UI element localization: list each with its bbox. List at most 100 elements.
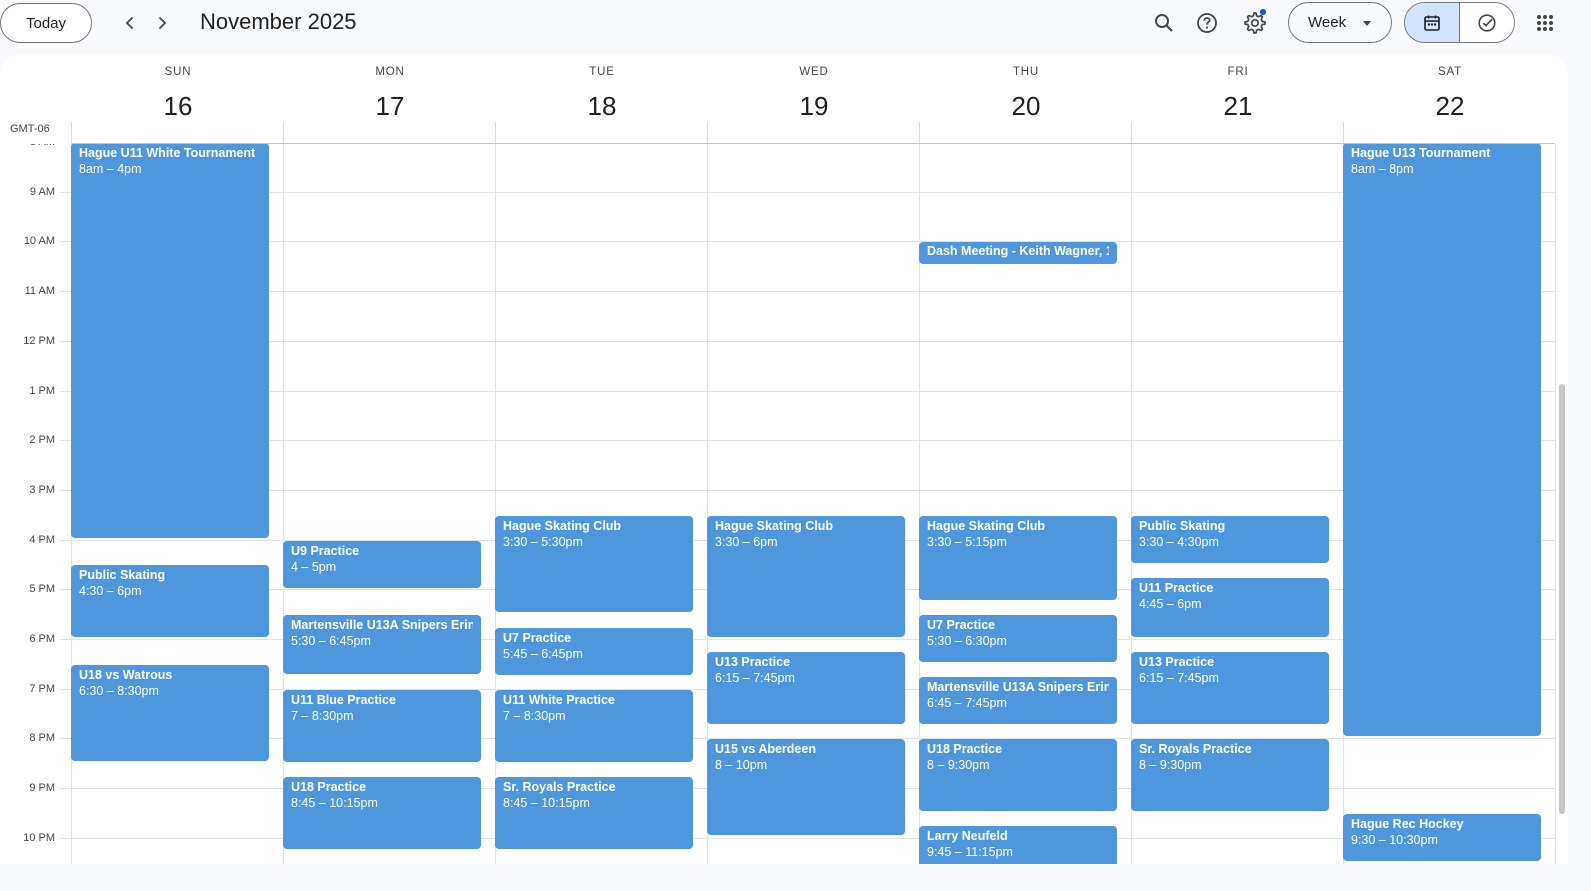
hour-gridline [60, 391, 1555, 392]
notification-dot [1260, 9, 1266, 15]
header-divider [1343, 122, 1344, 144]
calendar-event[interactable]: U9 Practice 4 – 5pm [283, 541, 481, 588]
event-time: 7 – 8:30pm [503, 709, 566, 723]
event-title: U7 Practice [503, 631, 572, 645]
chevron-right-icon[interactable] [146, 7, 178, 39]
event-time: 8:45 – 10:15pm [291, 796, 378, 810]
calendar-panel: GMT-06 SUN 16 MON 17 TUE 18 WED 19 THU 2… [0, 55, 1568, 864]
calendar-view-toggle[interactable] [1405, 3, 1460, 42]
day-number[interactable]: 18 [496, 91, 708, 122]
month-title: November 2025 [200, 9, 357, 34]
day-header-sun[interactable]: SUN 16 [72, 55, 284, 144]
calendar-event[interactable]: Dash Meeting - Keith Wagner, 10am [919, 242, 1117, 264]
calendar-event[interactable]: U11 White Practice 7 – 8:30pm [495, 690, 693, 762]
hour-gridline [60, 440, 1555, 441]
header-divider [1131, 122, 1132, 144]
event-time: 4 – 5pm [291, 560, 337, 574]
event-time: 8 – 9:30pm [927, 758, 990, 772]
day-header-fri[interactable]: FRI 21 [1132, 55, 1344, 144]
event-title: U11 Practice [1139, 581, 1214, 595]
vertical-scrollbar[interactable] [1559, 384, 1565, 814]
day-header-mon[interactable]: MON 17 [284, 55, 496, 144]
day-number[interactable]: 22 [1344, 91, 1556, 122]
day-header-sat[interactable]: SAT 22 [1344, 55, 1556, 144]
calendar-event[interactable]: Hague Skating Club 3:30 – 6pm [707, 516, 905, 637]
event-time: 9:45 – 11:15pm [927, 845, 1013, 859]
time-grid[interactable]: 8 AM 9 AM 10 AM 11 AM 12 PM 1 PM 2 PM 3 PM 4 PM 5… [0, 144, 1568, 864]
calendar-event[interactable]: U7 Practice 5:30 – 6:30pm [919, 615, 1117, 662]
hour-label: 11 AM [24, 285, 55, 297]
day-number[interactable]: 20 [920, 91, 1132, 122]
caret-down-icon [1363, 21, 1371, 26]
hour-label: 2 PM [29, 434, 55, 446]
event-time: 3:30 – 5:30pm [503, 535, 583, 549]
event-time: 6:15 – 7:45pm [715, 671, 795, 685]
day-of-week: WED [799, 66, 829, 78]
event-title: Public Skating [79, 568, 166, 582]
calendar-event[interactable]: Sr. Royals Practice 8 – 9:30pm [1131, 739, 1329, 811]
gear-icon[interactable] [1237, 5, 1273, 41]
event-time: 8:45 – 10:15pm [503, 796, 590, 810]
calendar-event[interactable]: U15 vs Aberdeen 8 – 10pm [707, 739, 905, 835]
event-title: U15 vs Aberdeen [715, 742, 816, 756]
chevron-left-icon[interactable] [114, 7, 146, 39]
event-time: 5:30 – 6:30pm [927, 634, 1007, 648]
today-button[interactable]: Today [0, 3, 92, 43]
event-time: 4:30 – 6pm [79, 584, 142, 598]
tasks-view-toggle[interactable] [1460, 3, 1514, 42]
event-title: U11 Blue Practice [291, 693, 396, 707]
day-header-wed[interactable]: WED 19 [708, 55, 920, 144]
event-title: Martensville U13A Snipers Erin [927, 680, 1109, 694]
calendar-event[interactable]: Sr. Royals Practice 8:45 – 10:15pm [495, 777, 693, 849]
calendar-event[interactable]: Hague Rec Hockey 9:30 – 10:30pm [1343, 814, 1541, 861]
calendar-event[interactable]: U13 Practice 6:15 – 7:45pm [707, 652, 905, 724]
calendar-event[interactable]: U18 Practice 8 – 9:30pm [919, 739, 1117, 811]
calendar-event[interactable]: Hague U13 Tournament 8am – 8pm [1343, 144, 1541, 736]
view-select-label: Week [1308, 14, 1347, 31]
hour-gridline [60, 341, 1555, 342]
event-title: Hague Skating Club [715, 519, 834, 533]
help-icon[interactable] [1189, 5, 1225, 41]
calendar-event[interactable]: Martensville U13A Snipers Erin 5:30 – 6:4… [283, 615, 481, 674]
day-header-thu[interactable]: THU 20 [920, 55, 1132, 144]
calendar-event[interactable]: U18 Practice 8:45 – 10:15pm [283, 777, 481, 849]
event-title: Martensville U13A Snipers Erin [291, 618, 473, 632]
day-number[interactable]: 16 [72, 91, 284, 122]
day-header-tue[interactable]: TUE 18 [496, 55, 708, 144]
day-number[interactable]: 21 [1132, 91, 1344, 122]
event-title: Hague U13 Tournament [1351, 146, 1491, 160]
calendar-event[interactable]: U18 vs Watrous 6:30 – 8:30pm [71, 665, 269, 761]
hour-gridline [60, 291, 1555, 292]
calendar-event[interactable]: Martensville U13A Snipers Erin 6:45 – 7:4… [919, 677, 1117, 724]
event-time: 8am – 4pm [79, 162, 142, 176]
day-of-week: MON [375, 66, 405, 78]
header-divider [71, 122, 72, 144]
hour-label: 9 AM [29, 186, 55, 198]
calendar-event[interactable]: U11 Blue Practice 7 – 8:30pm [283, 690, 481, 762]
search-icon[interactable] [1146, 5, 1182, 41]
event-time: 8 – 10pm [715, 758, 768, 772]
day-number[interactable]: 17 [284, 91, 496, 122]
day-number[interactable]: 19 [708, 91, 920, 122]
event-title: U9 Practice [291, 544, 360, 558]
calendar-event[interactable]: Hague Skating Club 3:30 – 5:15pm [919, 516, 1117, 600]
top-toolbar: Today November 2025 Week [0, 0, 1591, 46]
calendar-event[interactable]: Public Skating 3:30 – 4:30pm [1131, 516, 1329, 563]
calendar-event[interactable]: U7 Practice 5:45 – 6:45pm [495, 628, 693, 675]
event-title: Public Skating [1139, 519, 1226, 533]
event-time: 5:30 – 6:45pm [291, 634, 371, 648]
calendar-event[interactable]: Larry Neufeld 9:45 – 11:15pm [919, 826, 1117, 864]
calendar-event[interactable]: Hague U11 White Tournament 8am – 4pm [71, 144, 269, 538]
event-title: Hague Rec Hockey [1351, 817, 1464, 831]
event-title: U13 Practice [1139, 655, 1215, 669]
hour-label: 12 PM [23, 335, 55, 347]
event-title: Sr. Royals Practice [503, 780, 616, 794]
view-select[interactable]: Week [1288, 2, 1392, 43]
apps-grid-icon[interactable] [1527, 5, 1563, 41]
calendar-event[interactable]: U13 Practice 6:15 – 7:45pm [1131, 652, 1329, 724]
calendar-event[interactable]: Public Skating 4:30 – 6pm [71, 565, 269, 637]
calendar-event[interactable]: Hague Skating Club 3:30 – 5:30pm [495, 516, 693, 612]
event-time: 9:30 – 10:30pm [1351, 833, 1438, 847]
calendar-event[interactable]: U11 Practice 4:45 – 6pm [1131, 578, 1329, 637]
header-divider [283, 122, 284, 144]
